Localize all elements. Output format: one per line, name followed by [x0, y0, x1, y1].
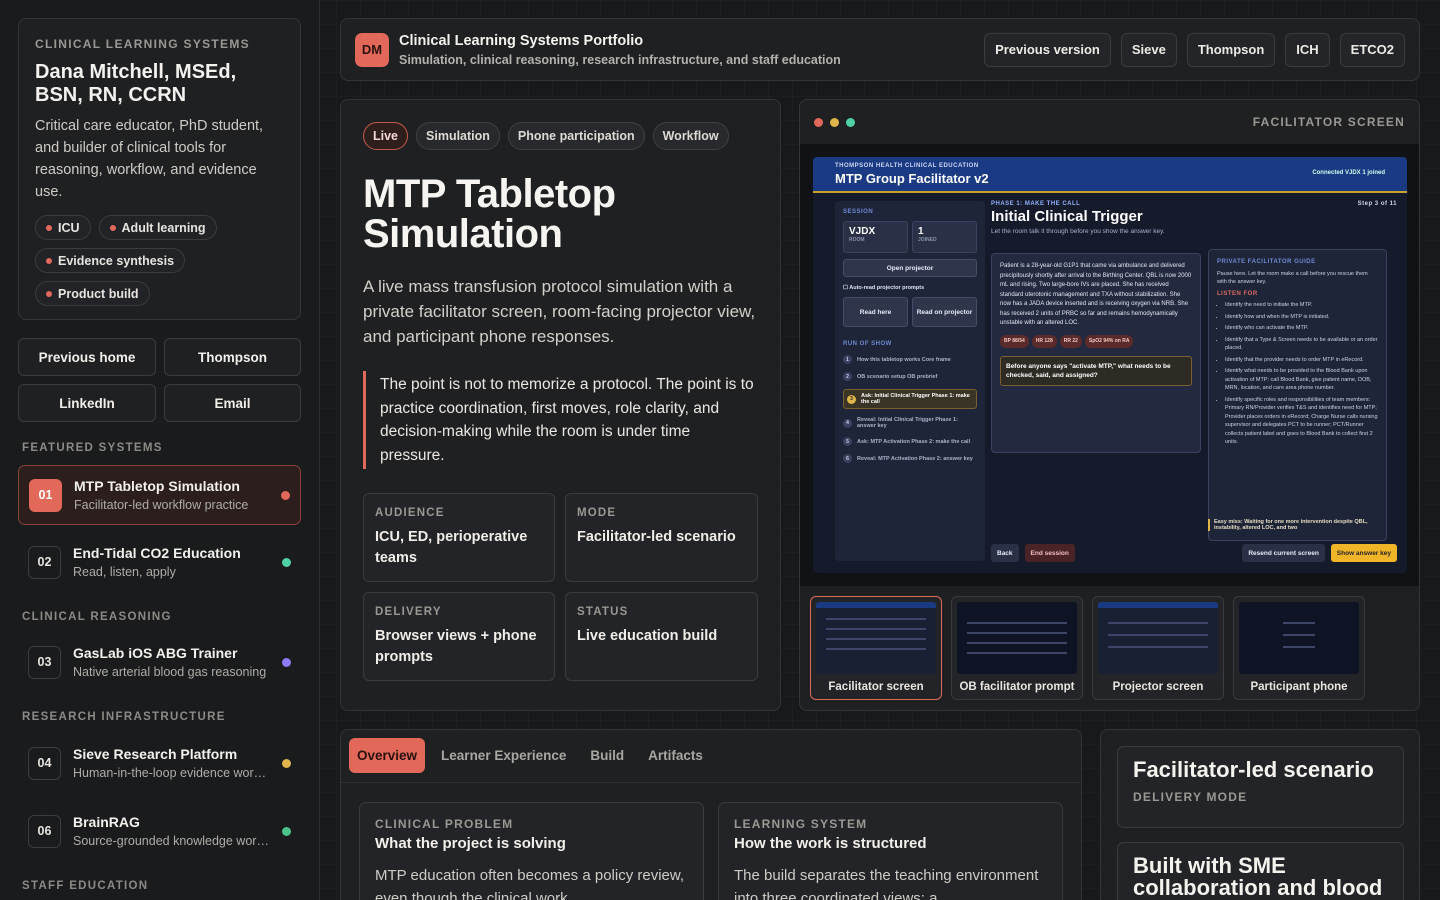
tag-phone-participation: Phone participation	[507, 122, 645, 150]
screenshot-viewer: FACILITATOR SCREEN THOMPSON HEALTH CLINI…	[799, 99, 1420, 711]
section-label-research: RESEARCH INFRASTRUCTURE	[22, 711, 226, 723]
facilitator-screenshot: THOMPSON HEALTH CLINICAL EDUCATION MTP G…	[813, 157, 1407, 573]
item-title: GasLab iOS ABG Trainer	[73, 645, 238, 661]
project-meta: AUDIENCE ICU, ED, perioperative teams MOD…	[363, 493, 758, 681]
site-subtitle: Simulation, clinical reasoning, research…	[399, 52, 841, 67]
section-label-featured: FEATURED SYSTEMS	[22, 442, 163, 454]
tab-overview[interactable]: Overview	[349, 738, 426, 773]
sieve-link[interactable]: Sieve	[1120, 32, 1177, 67]
item-number: 01	[29, 478, 62, 512]
status-dot-icon	[282, 557, 291, 567]
highlights-panel: Facilitator-led scenario DELIVERY MODE B…	[1100, 729, 1420, 900]
status-dot-icon	[282, 657, 291, 667]
section-label-reasoning: CLINICAL REASONING	[22, 611, 172, 623]
linkedin-button[interactable]: LinkedIn	[18, 384, 156, 422]
tag-workflow: Workflow	[652, 122, 729, 150]
profile-card: CLINICAL LEARNING SYSTEMS Dana Mitchell,…	[18, 18, 301, 320]
viewer-label: FACILITATOR SCREEN	[1252, 115, 1405, 129]
window-dot-green-icon	[846, 117, 855, 127]
item-subtitle: Source-grounded knowledge wor…	[73, 834, 269, 848]
tag-live: Live	[363, 122, 409, 150]
chip-dot-icon	[46, 290, 52, 297]
thumb-participant-phone[interactable]: Participant phone	[1233, 596, 1365, 700]
status-dot-icon	[282, 758, 291, 768]
thumb-projector-screen[interactable]: Projector screen	[1092, 596, 1224, 700]
sidebar-item-etco2[interactable]: 02 End-Tidal CO2 Education Read, listen, …	[18, 532, 301, 592]
project-lead: A live mass transfusion protocol simulat…	[363, 277, 756, 346]
tab-build[interactable]: Build	[582, 738, 632, 773]
project-quote: The point is not to memorize a protocol.…	[363, 371, 758, 469]
chip-dot-icon	[46, 257, 52, 264]
window-dot-red-icon	[814, 117, 823, 127]
email-button[interactable]: Email	[164, 384, 301, 422]
meta-audience: AUDIENCE ICU, ED, perioperative teams	[363, 493, 555, 582]
item-number: 03	[28, 645, 61, 679]
project-tags: Live Simulation Phone participation Work…	[363, 122, 758, 150]
chip-product-build: Product build	[35, 281, 150, 306]
item-number: 04	[28, 746, 61, 780]
thumbnail-strip: Facilitator screen OB facilitator prompt…	[810, 596, 1365, 700]
item-title: MTP Tabletop Simulation	[74, 478, 240, 494]
profile-name: Dana Mitchell, MSEd, BSN, RN, CCRN	[35, 61, 237, 106]
sidebar-item-mtp[interactable]: 01 MTP Tabletop Simulation Facilitator-le…	[18, 465, 301, 525]
profile-chips: ICU Adult learning Evidence synthesis Pr…	[35, 215, 284, 306]
previous-version-link[interactable]: Previous version	[984, 32, 1111, 67]
item-title: BrainRAG	[73, 814, 140, 830]
overview-card-problem: CLINICAL PROBLEM What the project is sol…	[359, 802, 704, 900]
top-bar: DM Clinical Learning Systems Portfolio S…	[340, 18, 1420, 81]
sidebar-item-brainrag[interactable]: 06 BrainRAG Source-grounded knowledge wor…	[18, 801, 301, 861]
tab-bar: Overview Learner Experience Build Artifa…	[341, 730, 1081, 783]
detail-tabs-panel: Overview Learner Experience Build Artifa…	[340, 729, 1082, 900]
meta-status: STATUS Live education build	[565, 592, 758, 681]
item-number: 02	[28, 545, 61, 579]
chip-adult-learning: Adult learning	[98, 215, 217, 240]
status-dot-icon	[281, 490, 290, 500]
status-dot-icon	[282, 826, 291, 836]
item-subtitle: Read, listen, apply	[73, 565, 176, 579]
profile-bio: Critical care educator, PhD student, and…	[35, 118, 264, 200]
item-number: 06	[28, 814, 61, 848]
section-label-staff: STAFF EDUCATION	[22, 880, 149, 892]
sidebar-item-gaslab[interactable]: 03 GasLab iOS ABG Trainer Native arterial…	[18, 632, 301, 692]
viewer-stage: THOMPSON HEALTH CLINICAL EDUCATION MTP G…	[800, 144, 1419, 586]
site-title: Clinical Learning Systems Portfolio	[399, 32, 644, 49]
item-title: End-Tidal CO2 Education	[73, 545, 241, 561]
window-dot-yellow-icon	[830, 117, 839, 127]
item-subtitle: Native arterial blood gas reasoning	[73, 665, 267, 679]
thompson-link[interactable]: Thompson	[1186, 32, 1276, 67]
meta-mode: MODE Facilitator-led scenario	[565, 493, 758, 582]
chip-dot-icon	[46, 224, 52, 231]
sidebar-item-sieve[interactable]: 04 Sieve Research Platform Human-in-the-l…	[18, 733, 301, 793]
top-links: Previous version Sieve Thompson ICH ETCO…	[984, 32, 1405, 67]
previous-home-button[interactable]: Previous home	[18, 338, 156, 376]
logo[interactable]: DM	[355, 32, 389, 67]
tag-simulation: Simulation	[416, 122, 500, 150]
item-title: Sieve Research Platform	[73, 746, 238, 762]
item-subtitle: Human-in-the-loop evidence wor…	[73, 766, 267, 780]
meta-delivery: DELIVERY Browser views + phone prompts	[363, 592, 555, 681]
tab-artifacts[interactable]: Artifacts	[640, 738, 711, 773]
highlight-delivery-mode: Facilitator-led scenario DELIVERY MODE	[1117, 746, 1404, 828]
chip-evidence-synthesis: Evidence synthesis	[35, 248, 186, 273]
sidebar: CLINICAL LEARNING SYSTEMS Dana Mitchell,…	[0, 0, 320, 900]
ich-link[interactable]: ICH	[1285, 32, 1330, 67]
tab-learner-experience[interactable]: Learner Experience	[433, 738, 574, 773]
thompson-button[interactable]: Thompson	[164, 338, 301, 376]
item-subtitle: Facilitator-led workflow practice	[74, 498, 249, 512]
chip-dot-icon	[109, 224, 116, 231]
project-title: MTP Tabletop Simulation	[363, 172, 616, 256]
overview-card-system: LEARNING SYSTEM How the work is structur…	[718, 802, 1063, 900]
etco2-link[interactable]: ETCO2	[1339, 32, 1405, 67]
thumb-ob-facilitator-prompt[interactable]: OB facilitator prompt	[951, 596, 1083, 700]
sidebar-links: Previous home Thompson LinkedIn Email	[18, 338, 301, 422]
thumb-facilitator-screen[interactable]: Facilitator screen	[810, 596, 942, 700]
profile-eyebrow: CLINICAL LEARNING SYSTEMS	[35, 37, 250, 51]
chip-icu: ICU	[35, 215, 91, 240]
highlight-sme-collaboration: Built with SME collaboration and blood	[1117, 842, 1404, 900]
project-hero: Live Simulation Phone participation Work…	[340, 99, 781, 711]
